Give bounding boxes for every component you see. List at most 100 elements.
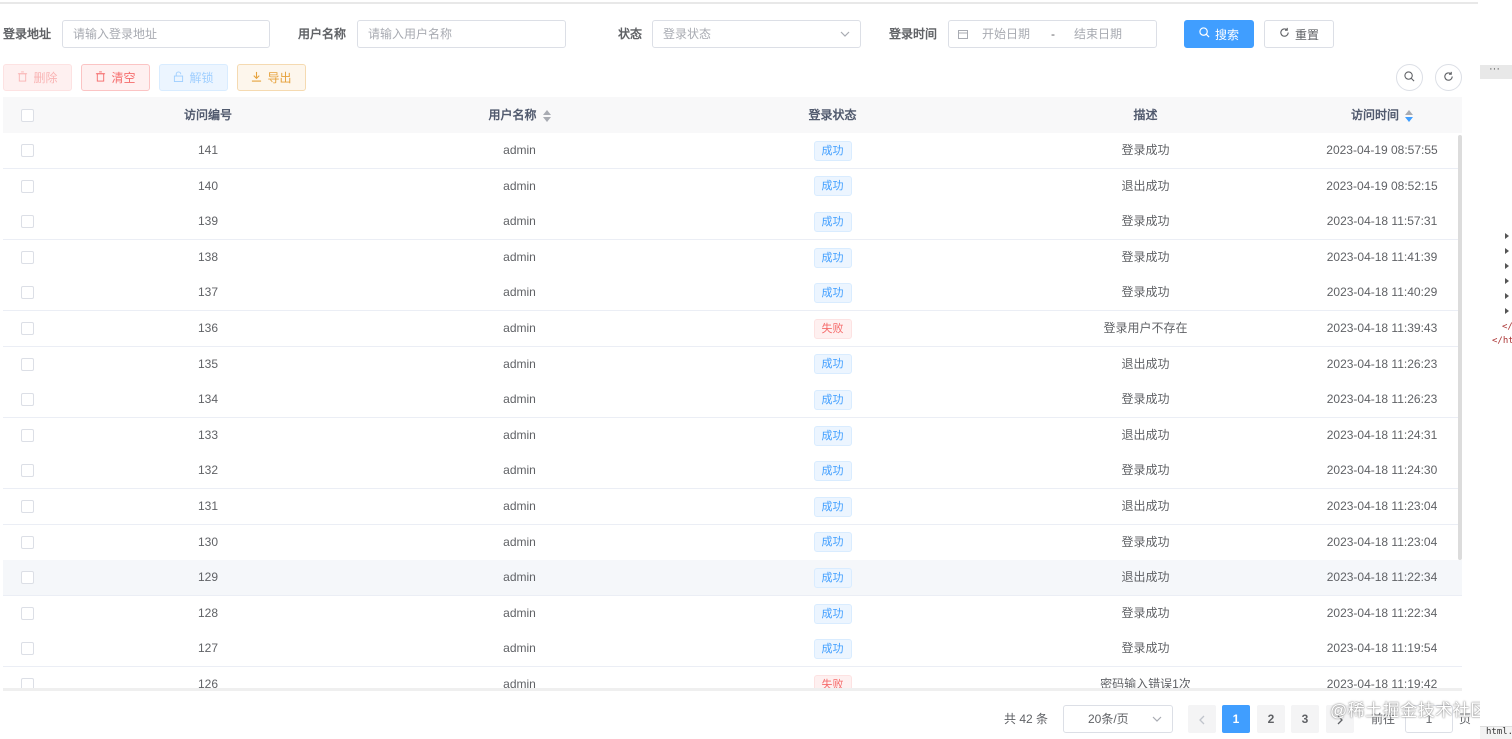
prev-page-button[interactable] [1188,705,1216,733]
table-row[interactable]: 139 admin 成功 登录成功 2023-04-18 11:57:31 [3,204,1462,241]
trash-icon [17,70,28,85]
unlock-button[interactable]: 解锁 [159,64,228,91]
date-range-picker[interactable]: 开始日期 - 结束日期 [948,20,1157,48]
page-button-3[interactable]: 3 [1291,705,1319,733]
vertical-scrollbar[interactable] [1458,135,1462,560]
table-row[interactable]: 137 admin 成功 登录成功 2023-04-18 11:40:29 [3,275,1462,312]
expand-arrow-icon[interactable] [1505,233,1509,239]
search-button[interactable]: 搜索 [1184,20,1254,48]
status-select[interactable]: 登录状态 [652,20,861,48]
delete-button[interactable]: 删除 [3,64,72,91]
cell-username: admin [503,178,536,193]
expand-arrow-icon[interactable] [1505,278,1509,284]
cell-access-time: 2023-04-19 08:57:55 [1326,143,1438,157]
table-header: 访问编号 用户名称 登录状态 描述 访问时间 [3,97,1462,134]
row-checkbox[interactable] [21,464,34,478]
expand-arrow-icon[interactable] [1505,263,1509,269]
status-tag: 成功 [813,568,852,589]
reset-button[interactable]: 重置 [1264,20,1334,48]
cell-id: 136 [197,321,219,335]
status-label: 状态 [618,27,643,41]
row-checkbox[interactable] [21,393,34,407]
cell-username: admin [503,321,536,335]
export-button[interactable]: 导出 [237,64,306,91]
status-tag: 成功 [813,461,852,482]
sort-icon[interactable] [542,109,551,122]
expand-arrow-icon[interactable] [1505,248,1509,254]
column-header-description: 描述 [1133,108,1158,122]
address-input[interactable] [63,21,267,47]
cell-description: 登录成功 [1121,392,1170,407]
table-row[interactable]: 138 admin 成功 登录成功 2023-04-18 11:41:39 [3,239,1462,276]
table-row[interactable]: 135 admin 成功 退出成功 2023-04-18 11:26:23 [3,346,1462,383]
cell-access-time: 2023-04-18 11:19:54 [1326,641,1438,656]
cell-description: 登录用户不存在 [1103,321,1188,335]
cell-status: 成功 [676,169,989,204]
expand-arrow-icon[interactable] [1505,308,1509,314]
more-icon[interactable]: ··· [1489,63,1500,75]
table-row[interactable]: 131 admin 成功 退出成功 2023-04-18 11:23:04 [3,489,1462,525]
table-row[interactable]: 134 admin 成功 登录成功 2023-04-18 11:26:23 [3,382,1462,419]
row-checkbox[interactable] [21,357,34,371]
page-button-1[interactable]: 1 [1222,705,1250,733]
refresh-icon [1279,27,1290,41]
cell-username: admin [503,143,536,157]
cell-access-time: 2023-04-18 11:26:23 [1326,356,1438,371]
row-checkbox[interactable] [21,286,34,300]
cell-username: admin [503,285,536,300]
table-row[interactable]: 130 admin 成功 登录成功 2023-04-18 11:23:04 [3,524,1462,561]
cell-status: 成功 [676,596,989,631]
row-checkbox[interactable] [21,179,34,193]
table-row[interactable]: 133 admin 成功 退出成功 2023-04-18 11:24:31 [3,417,1462,454]
cell-id: 138 [197,249,219,264]
cell-username: admin [503,214,536,229]
clear-button[interactable]: 清空 [81,64,150,91]
page-button-2[interactable]: 2 [1257,705,1285,733]
table-row[interactable]: 128 admin 成功 登录成功 2023-04-18 11:22:34 [3,595,1462,632]
toggle-search-button[interactable] [1396,64,1423,91]
row-checkbox[interactable] [21,144,34,157]
select-all-checkbox[interactable] [21,109,34,122]
search-icon [1404,70,1415,85]
start-date-input[interactable]: 开始日期 [982,21,1030,47]
cell-username: admin [503,499,536,513]
expand-arrow-icon[interactable] [1505,293,1509,299]
table-row[interactable]: 141 admin 成功 登录成功 2023-04-19 08:57:55 [3,133,1462,169]
page-size-select[interactable]: 20条/页 [1063,705,1173,733]
chevron-down-icon [840,21,850,47]
row-checkbox[interactable] [21,571,34,585]
table-row[interactable]: 140 admin 成功 退出成功 2023-04-19 08:52:15 [3,168,1462,205]
table-row[interactable]: 136 admin 失败 登录用户不存在 2023-04-18 11:39:43 [3,311,1462,347]
row-checkbox[interactable] [21,678,34,688]
username-field[interactable] [357,20,566,48]
cell-description: 退出成功 [1121,427,1170,442]
cell-username: admin [503,356,536,371]
refresh-button[interactable] [1435,64,1462,91]
row-checkbox[interactable] [21,606,34,620]
column-header-username[interactable]: 用户名称 [363,97,676,133]
row-checkbox[interactable] [21,500,34,513]
horizontal-scrollbar[interactable] [3,688,1462,691]
status-tag: 成功 [813,176,852,197]
username-input[interactable] [358,21,563,47]
column-header-access-time[interactable]: 访问时间 [1302,97,1462,133]
end-date-input[interactable]: 结束日期 [1074,21,1122,47]
row-checkbox[interactable] [21,250,34,264]
row-checkbox[interactable] [21,428,34,442]
address-field[interactable] [62,20,270,48]
table-row[interactable]: 126 admin 失败 密码输入错误1次 2023-04-18 11:19:42 [3,667,1462,688]
row-checkbox[interactable] [21,322,34,335]
address-label: 登录地址 [3,27,52,41]
cell-status: 成功 [676,133,989,168]
page-size-value: 20条/页 [1088,712,1129,726]
row-checkbox[interactable] [21,535,34,549]
table-row[interactable]: 129 admin 成功 退出成功 2023-04-18 11:22:34 [3,560,1462,597]
sort-icon[interactable] [1405,109,1413,122]
cell-id: 129 [197,570,219,585]
cell-username: admin [503,392,536,407]
table-row[interactable]: 132 admin 成功 登录成功 2023-04-18 11:24:30 [3,453,1462,490]
status-select-placeholder: 登录状态 [663,27,712,41]
row-checkbox[interactable] [21,642,34,656]
row-checkbox[interactable] [21,215,34,229]
table-row[interactable]: 127 admin 成功 登录成功 2023-04-18 11:19:54 [3,631,1462,668]
